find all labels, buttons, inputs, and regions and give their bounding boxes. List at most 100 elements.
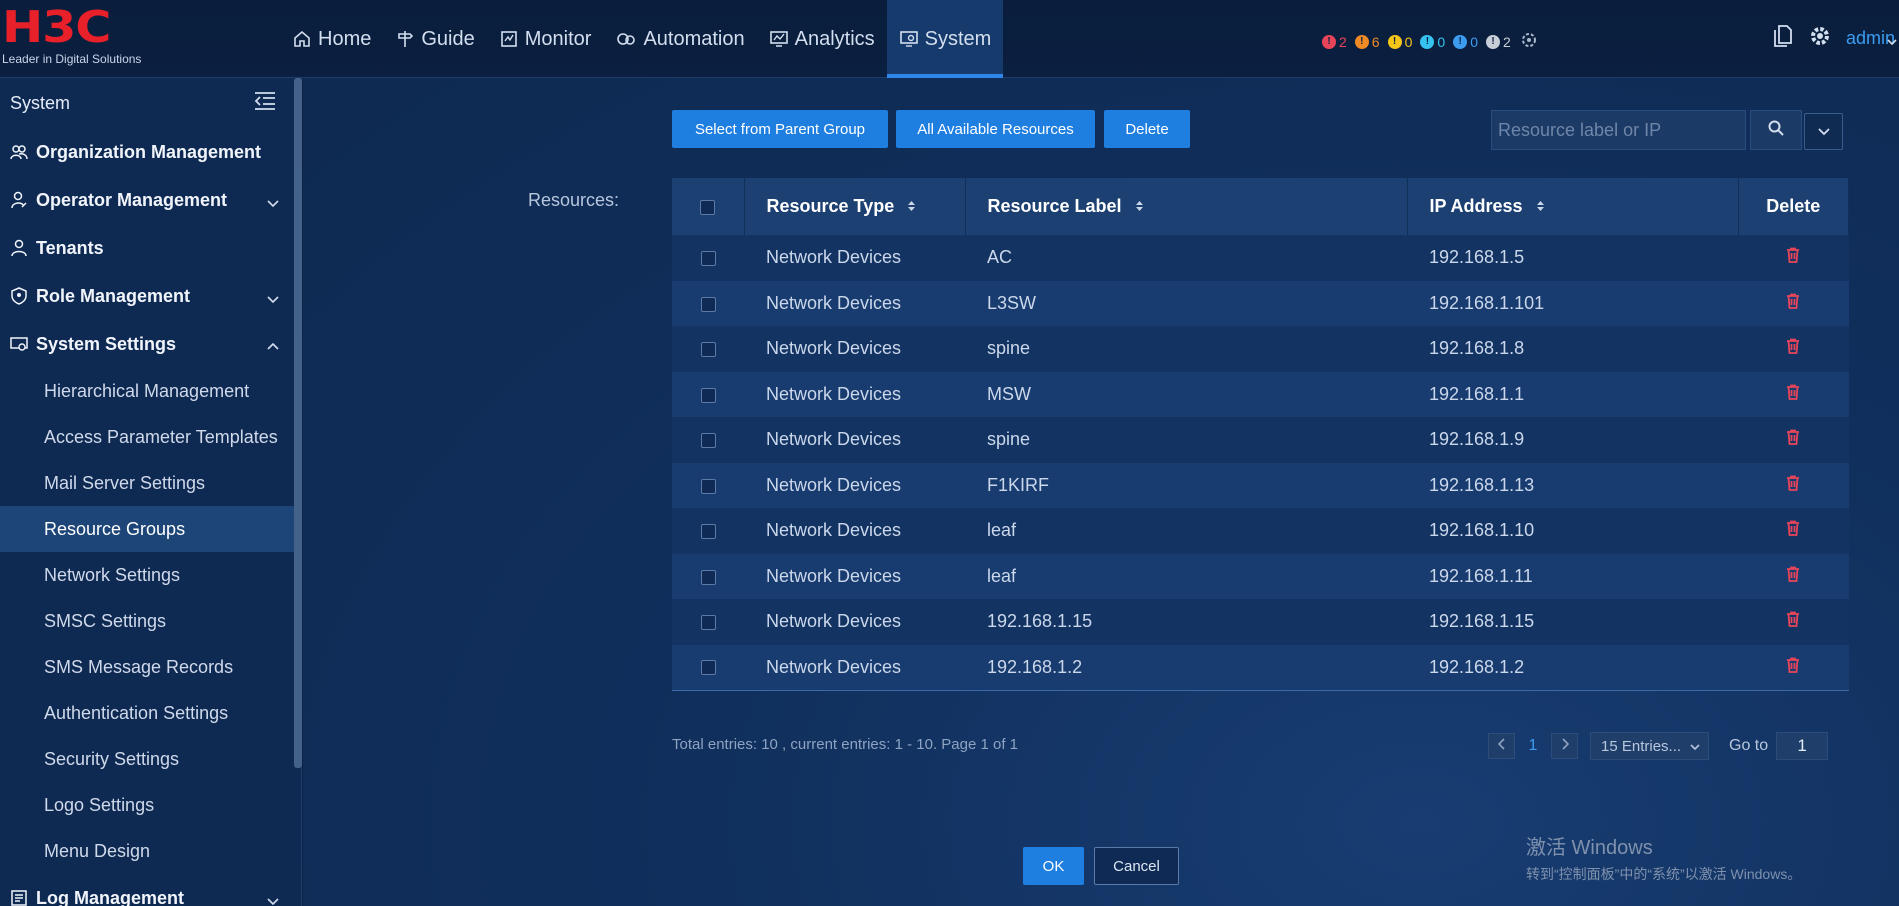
goto-page-input[interactable]: 1 xyxy=(1776,732,1829,760)
trash-icon[interactable] xyxy=(1786,475,1800,496)
sidebar-item-access-parameter-templates[interactable]: Access Parameter Templates xyxy=(0,414,301,460)
row-checkbox[interactable] xyxy=(700,387,716,403)
alarm-warning[interactable]: ! 0 xyxy=(1420,34,1445,50)
table-row[interactable]: Network Devices AC 192.168.1.5 xyxy=(672,235,1849,281)
page-number[interactable]: 1 xyxy=(1523,737,1543,755)
row-checkbox[interactable] xyxy=(700,660,716,676)
cell-resource-label: L3SW xyxy=(965,280,1407,326)
col-resource-type[interactable]: Resource Type xyxy=(744,178,966,235)
sidebar-group-tenants-label: Tenants xyxy=(36,237,104,258)
trash-icon[interactable] xyxy=(1786,520,1800,541)
table-row[interactable]: Network Devices 192.168.1.15 192.168.1.15 xyxy=(672,599,1849,645)
trash-icon[interactable] xyxy=(1786,338,1800,359)
table-row[interactable]: Network Devices L3SW 192.168.1.101 xyxy=(672,280,1849,326)
nav-monitor[interactable]: Monitor xyxy=(487,0,604,78)
sidebar-group-log[interactable]: Log Management xyxy=(0,874,301,906)
log-icon xyxy=(10,889,32,906)
collapse-menu-icon[interactable] xyxy=(253,91,277,116)
alarm-minor[interactable]: ! 0 xyxy=(1387,34,1412,50)
nav-guide-label: Guide xyxy=(421,27,475,50)
nav-system-label: System xyxy=(924,27,992,50)
settings-monitor-icon xyxy=(10,335,32,353)
sidebar-item-logo-settings[interactable]: Logo Settings xyxy=(0,782,301,828)
cell-ip-address: 192.168.1.101 xyxy=(1407,280,1738,326)
sidebar-header: System xyxy=(0,78,301,128)
search-button[interactable] xyxy=(1750,110,1802,150)
sidebar-item-network-settings[interactable]: Network Settings xyxy=(0,552,301,598)
table-row[interactable]: Network Devices spine 192.168.1.9 xyxy=(672,417,1849,463)
row-checkbox[interactable] xyxy=(700,296,716,312)
trash-icon[interactable] xyxy=(1786,657,1800,678)
select-from-parent-group-button[interactable]: Select from Parent Group xyxy=(672,110,888,148)
nav-guide[interactable]: Guide xyxy=(383,0,486,78)
prev-page-button[interactable] xyxy=(1488,733,1515,759)
ok-button[interactable]: OK xyxy=(1023,847,1084,885)
page-size-select[interactable]: 15 Entries... xyxy=(1590,732,1709,760)
table-row[interactable]: Network Devices F1KIRF 192.168.1.13 xyxy=(672,462,1849,508)
sidebar-item-authentication-settings[interactable]: Authentication Settings xyxy=(0,690,301,736)
users-icon xyxy=(10,144,32,160)
alarm-critical[interactable]: ! 2 xyxy=(1322,34,1347,50)
table-row[interactable]: Network Devices leaf 192.168.1.10 xyxy=(672,508,1849,554)
col-resource-label[interactable]: Resource Label xyxy=(965,178,1408,235)
table-row[interactable]: Network Devices 192.168.1.2 192.168.1.2 xyxy=(672,644,1849,691)
trash-icon[interactable] xyxy=(1786,247,1800,268)
top-right-tools: admin xyxy=(1772,24,1899,53)
table-row[interactable]: Network Devices spine 192.168.1.8 xyxy=(672,326,1849,372)
alarm-summary[interactable]: ! 2 ! 6 ! 0 ! 0 ! 0 ! 2 xyxy=(1322,30,1539,53)
table-row[interactable]: Network Devices MSW 192.168.1.1 xyxy=(672,371,1849,417)
select-all-checkbox[interactable] xyxy=(700,199,716,215)
watermark-subtitle: 转到“控制面板”中的“系统”以激活 Windows。 xyxy=(1526,866,1802,882)
sidebar-item-menu-design[interactable]: Menu Design xyxy=(0,828,301,874)
row-checkbox[interactable] xyxy=(700,615,716,630)
nav-home[interactable]: Home xyxy=(280,0,383,78)
row-checkbox[interactable] xyxy=(700,433,716,448)
nav-automation[interactable]: Automation xyxy=(603,0,756,78)
search-input[interactable]: Resource label or IP xyxy=(1491,110,1746,150)
trash-icon[interactable] xyxy=(1786,429,1800,450)
cancel-button[interactable]: Cancel xyxy=(1094,847,1179,885)
brand-logo[interactable]: H3C Leader in Digital Solutions xyxy=(2,6,152,72)
sidebar-item-resource-groups[interactable]: Resource Groups xyxy=(0,506,301,552)
next-page-button[interactable] xyxy=(1551,733,1578,759)
trash-icon[interactable] xyxy=(1786,566,1800,587)
sidebar-group-operator[interactable]: Operator Management xyxy=(0,176,301,224)
col-ip-address[interactable]: IP Address xyxy=(1407,178,1739,235)
cell-resource-type: Network Devices xyxy=(744,599,965,645)
all-available-resources-button[interactable]: All Available Resources xyxy=(896,110,1095,148)
sidebar-item-mail-server-settings[interactable]: Mail Server Settings xyxy=(0,460,301,506)
trash-icon[interactable] xyxy=(1786,384,1800,405)
sidebar-group-role[interactable]: Role Management xyxy=(0,272,301,320)
nav-analytics[interactable]: Analytics xyxy=(757,0,887,78)
sidebar-item-smsc-settings[interactable]: SMSC Settings xyxy=(0,598,301,644)
pagination: 1 15 Entries... Go to 1 xyxy=(1488,732,1829,760)
nav-system[interactable]: System xyxy=(886,0,1004,78)
row-checkbox[interactable] xyxy=(700,342,716,357)
sidebar-group-tenants[interactable]: Tenants xyxy=(0,224,301,272)
cell-delete xyxy=(1738,508,1849,554)
table-row[interactable]: Network Devices leaf 192.168.1.11 xyxy=(672,553,1849,599)
sidebar-group-system-settings[interactable]: System Settings xyxy=(0,320,301,368)
document-icon[interactable] xyxy=(1772,24,1794,53)
alarm-unknown[interactable]: ! 2 xyxy=(1485,34,1511,50)
trash-icon[interactable] xyxy=(1786,611,1800,632)
row-checkbox[interactable] xyxy=(700,569,716,585)
alarm-settings-icon[interactable] xyxy=(1519,30,1539,53)
watermark-title: 激活 Windows xyxy=(1526,837,1653,859)
row-checkbox[interactable] xyxy=(700,251,716,266)
trash-icon[interactable] xyxy=(1786,293,1800,314)
user-chevron-down-icon[interactable] xyxy=(1887,34,1897,52)
alarm-info[interactable]: ! 0 xyxy=(1453,34,1478,50)
chevron-down-icon xyxy=(267,890,279,906)
gear-icon[interactable] xyxy=(1808,24,1832,53)
advanced-search-toggle[interactable] xyxy=(1804,113,1843,150)
row-checkbox[interactable] xyxy=(700,524,716,539)
alarm-major[interactable]: ! 6 xyxy=(1354,34,1380,50)
sidebar-item-sms-message-records[interactable]: SMS Message Records xyxy=(0,644,301,690)
row-checkbox[interactable] xyxy=(700,478,716,494)
sidebar-item-security-settings[interactable]: Security Settings xyxy=(0,736,301,782)
col-ip-address-label: IP Address xyxy=(1429,195,1523,216)
sidebar-group-organization[interactable]: Organization Management xyxy=(0,128,301,176)
sidebar-item-hierarchical-management[interactable]: Hierarchical Management xyxy=(0,368,301,414)
delete-button[interactable]: Delete xyxy=(1104,110,1190,148)
